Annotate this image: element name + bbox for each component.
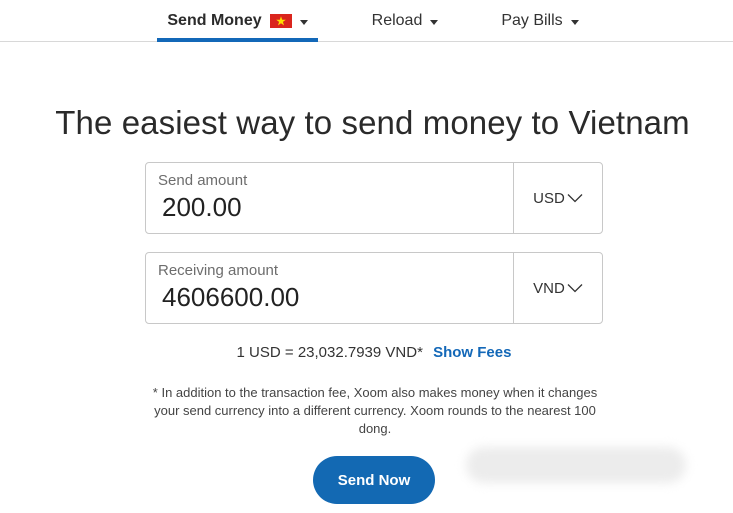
exchange-rate-line: 1 USD = 23,032.7939 VND* Show Fees [0,344,733,361]
send-amount-input[interactable] [162,192,502,223]
chevron-down-icon [567,284,583,293]
redacted-area [466,447,686,483]
nav-reload-label: Reload [371,12,423,29]
send-amount-label: Send amount [158,172,248,189]
send-currency-select[interactable]: USD [513,163,602,233]
vietnam-flag-icon [269,14,292,28]
receiving-amount-input[interactable] [162,282,502,313]
fee-disclaimer: * In addition to the transaction fee, Xo… [152,385,598,436]
show-fees-link[interactable]: Show Fees [433,344,511,361]
receive-currency-select[interactable]: VND [513,253,602,323]
chevron-down-icon [567,194,583,203]
nav-pay-bills[interactable]: Pay Bills [486,0,594,42]
nav-pay-bills-label: Pay Bills [501,12,563,29]
receive-currency-code: VND [533,279,565,297]
chevron-down-icon [299,19,308,25]
page-title: The easiest way to send money to Vietnam [55,104,690,141]
send-amount-field: Send amount USD [145,162,603,234]
send-currency-code: USD [533,189,565,207]
send-now-button[interactable]: Send Now [313,456,435,504]
chevron-down-icon [430,19,439,25]
nav-send-money-label: Send Money [167,12,262,29]
receiving-amount-field: Receiving amount VND [145,252,603,324]
send-money-page: Send Money Reload Pay Bills The easiest … [0,0,733,513]
top-nav: Send Money Reload Pay Bills [0,0,733,42]
chevron-down-icon [570,19,579,25]
nav-reload[interactable]: Reload [358,0,452,42]
exchange-rate-text: 1 USD = 23,032.7939 VND* [236,344,423,361]
nav-send-money[interactable]: Send Money [157,0,318,42]
receiving-amount-label: Receiving amount [158,262,279,279]
